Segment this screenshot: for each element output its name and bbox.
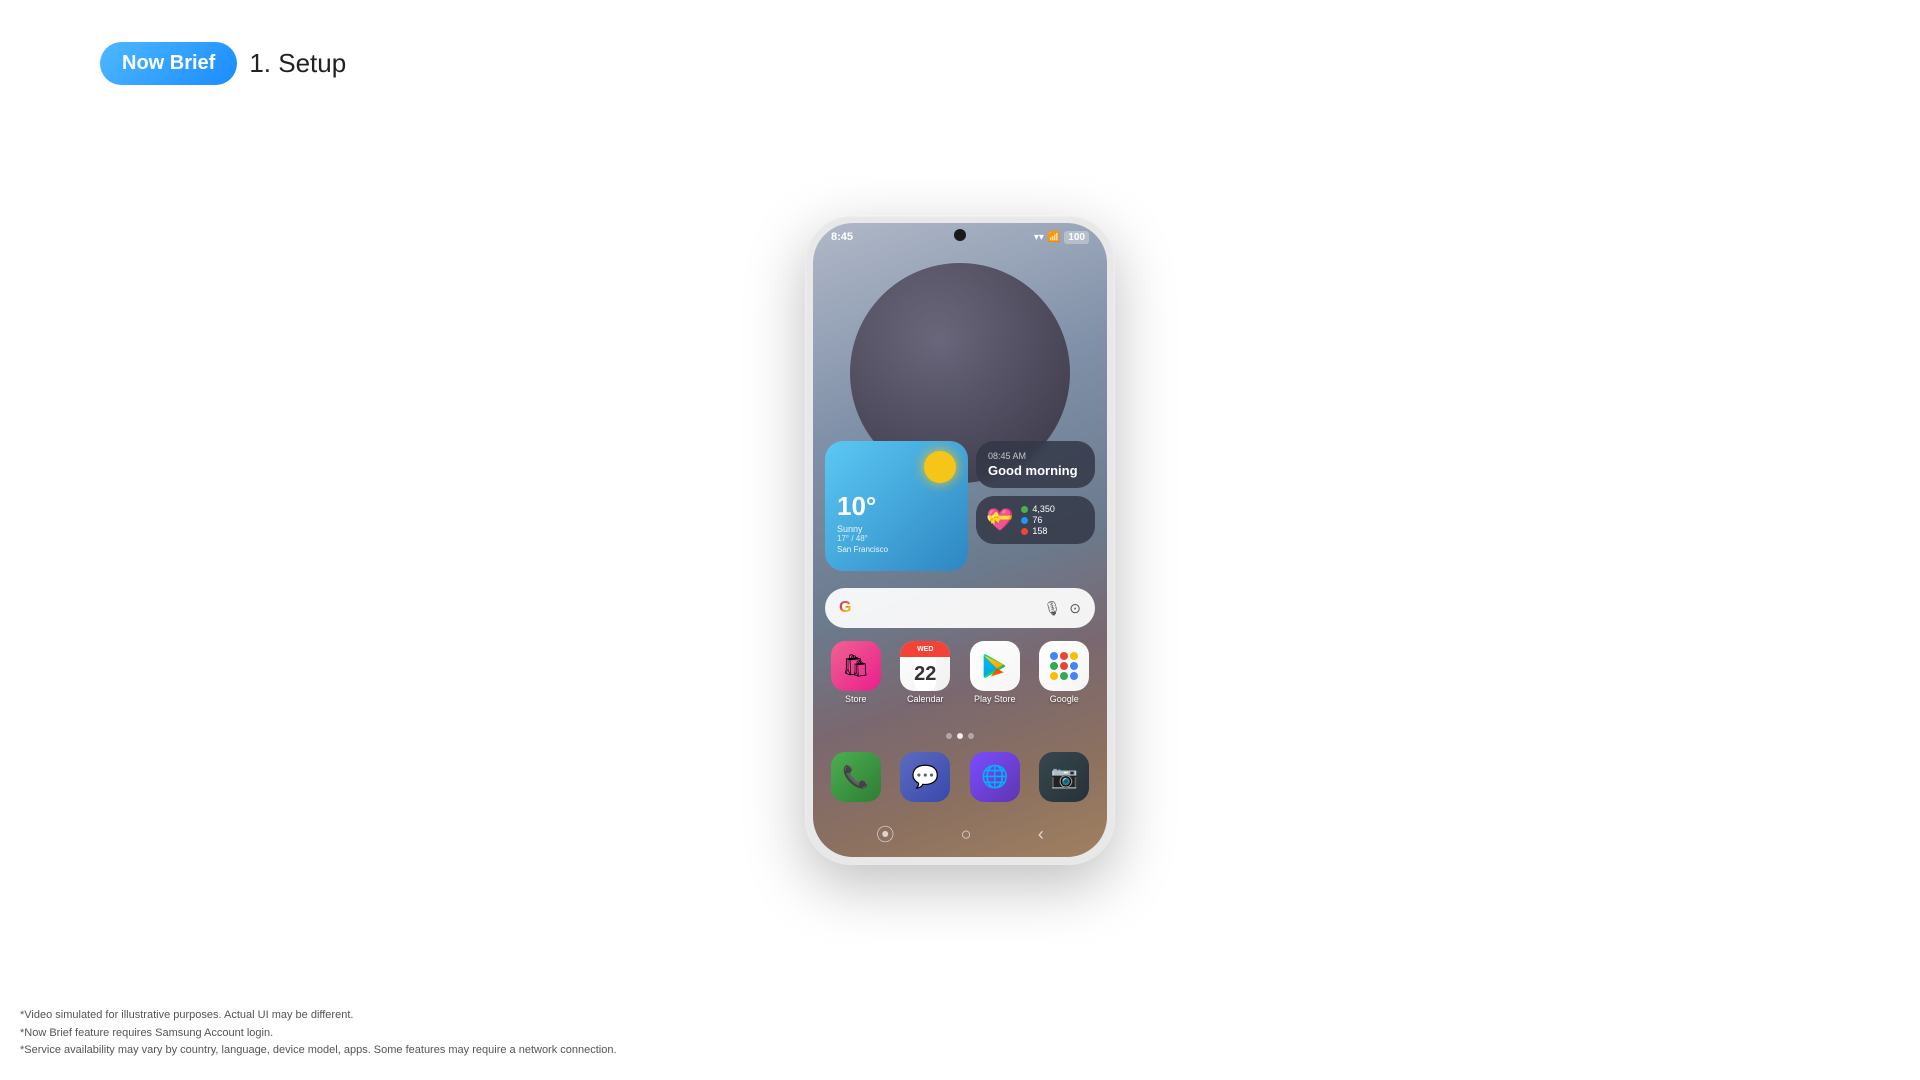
- gdot-1: [1050, 652, 1058, 660]
- cal-header: WED: [900, 641, 950, 657]
- nav-back-icon[interactable]: ‹: [1038, 824, 1044, 845]
- gdot-9: [1070, 672, 1078, 680]
- google-grid: [1050, 652, 1078, 680]
- gdot-3: [1070, 652, 1078, 660]
- gdot-5: [1060, 662, 1068, 670]
- app-item-playstore[interactable]: Play Store: [970, 641, 1020, 704]
- temperature: 10°: [837, 491, 956, 522]
- page-dot-3: [968, 733, 974, 739]
- dock-camera[interactable]: 📷: [1039, 752, 1089, 802]
- heart-dot: [1021, 517, 1028, 524]
- calendar-label: Calendar: [907, 694, 944, 704]
- lens-icon[interactable]: ⊙: [1069, 600, 1081, 617]
- page-indicators: [946, 733, 974, 739]
- app-item-google[interactable]: Google: [1039, 641, 1089, 704]
- gdot-2: [1060, 652, 1068, 660]
- header: Now Brief 1. Setup: [100, 42, 346, 85]
- weather-widget[interactable]: 10° Sunny 17° / 48° San Francisco: [825, 441, 968, 571]
- weather-range: 17° / 48°: [837, 534, 956, 543]
- health-stats: 4,350 76 158: [1021, 504, 1055, 536]
- gdot-4: [1050, 662, 1058, 670]
- playstore-icon: [970, 641, 1020, 691]
- footnote-1: *Video simulated for illustrative purpos…: [20, 1007, 617, 1025]
- phone-mockup: 8:45 ▾▾ 📶 100 10° Sunny 17° / 48° San Fr…: [805, 215, 1115, 865]
- footnote-2: *Now Brief feature requires Samsung Acco…: [20, 1025, 617, 1043]
- steps-value: 4,350: [1032, 504, 1055, 514]
- heart-value: 76: [1032, 515, 1042, 525]
- camera-notch: [954, 229, 966, 241]
- health-widget[interactable]: 💝 4,350 76 1: [976, 496, 1095, 544]
- phone-screen: 8:45 ▾▾ 📶 100 10° Sunny 17° / 48° San Fr…: [813, 223, 1107, 857]
- app-grid: 🛍 Store WED 22 Calendar: [825, 641, 1095, 704]
- page-dot-2: [957, 733, 963, 739]
- dock-phone[interactable]: 📞: [831, 752, 881, 802]
- weather-city: San Francisco: [837, 545, 956, 554]
- cal-body: 22: [914, 657, 936, 691]
- calories-stat: 158: [1021, 526, 1055, 536]
- dock: 📞 💬 🌐 📷: [825, 752, 1095, 802]
- wifi-icon: ▾▾: [1034, 232, 1044, 243]
- nav-recent-icon[interactable]: ⦿: [876, 821, 894, 847]
- phone-outer: 8:45 ▾▾ 📶 100 10° Sunny 17° / 48° San Fr…: [805, 215, 1115, 865]
- now-brief-badge: Now Brief: [100, 42, 237, 85]
- calories-value: 158: [1032, 526, 1047, 536]
- steps-stat: 4,350: [1021, 504, 1055, 514]
- dock-browser[interactable]: 🌐: [970, 752, 1020, 802]
- steps-dot: [1021, 506, 1028, 513]
- calories-dot: [1021, 528, 1028, 535]
- calendar-icon: WED 22: [900, 641, 950, 691]
- nav-home-icon[interactable]: ○: [961, 824, 972, 845]
- search-bar[interactable]: G 🎙 ⊙: [825, 588, 1095, 628]
- app-item-store[interactable]: 🛍 Store: [831, 641, 881, 704]
- store-icon: 🛍: [831, 641, 881, 691]
- battery-indicator: 100: [1064, 231, 1089, 244]
- weather-condition: Sunny: [837, 524, 956, 534]
- greeting-time: 08:45 AM: [988, 451, 1083, 461]
- footnotes: *Video simulated for illustrative purpos…: [20, 1007, 617, 1060]
- search-icons: 🎙 ⊙: [1043, 600, 1081, 617]
- greeting-widget[interactable]: 08:45 AM Good morning: [976, 441, 1095, 488]
- right-widgets: 08:45 AM Good morning 💝 4,350: [976, 441, 1095, 571]
- step-label: 1. Setup: [249, 48, 346, 79]
- store-label: Store: [845, 694, 867, 704]
- footnote-3: *Service availability may vary by countr…: [20, 1042, 617, 1060]
- gdot-7: [1050, 672, 1058, 680]
- signal-icon: 📶: [1048, 232, 1060, 243]
- playstore-label: Play Store: [974, 694, 1016, 704]
- google-label: Google: [1050, 694, 1079, 704]
- heart-stat: 76: [1021, 515, 1055, 525]
- greeting-message: Good morning: [988, 463, 1083, 478]
- nav-bar: ⦿ ○ ‹: [813, 821, 1107, 847]
- google-logo: G: [839, 599, 851, 617]
- widgets-area: 10° Sunny 17° / 48° San Francisco 08:45 …: [825, 441, 1095, 571]
- app-item-calendar[interactable]: WED 22 Calendar: [900, 641, 950, 704]
- sun-icon: [924, 451, 956, 483]
- google-icon: [1039, 641, 1089, 691]
- dock-messages[interactable]: 💬: [900, 752, 950, 802]
- status-icons: ▾▾ 📶 100: [1034, 231, 1089, 244]
- health-icon: 💝: [986, 507, 1013, 533]
- gdot-8: [1060, 672, 1068, 680]
- gdot-6: [1070, 662, 1078, 670]
- status-time: 8:45: [831, 231, 853, 243]
- page-dot-1: [946, 733, 952, 739]
- mic-icon[interactable]: 🎙: [1043, 600, 1061, 617]
- playstore-svg: [980, 651, 1010, 681]
